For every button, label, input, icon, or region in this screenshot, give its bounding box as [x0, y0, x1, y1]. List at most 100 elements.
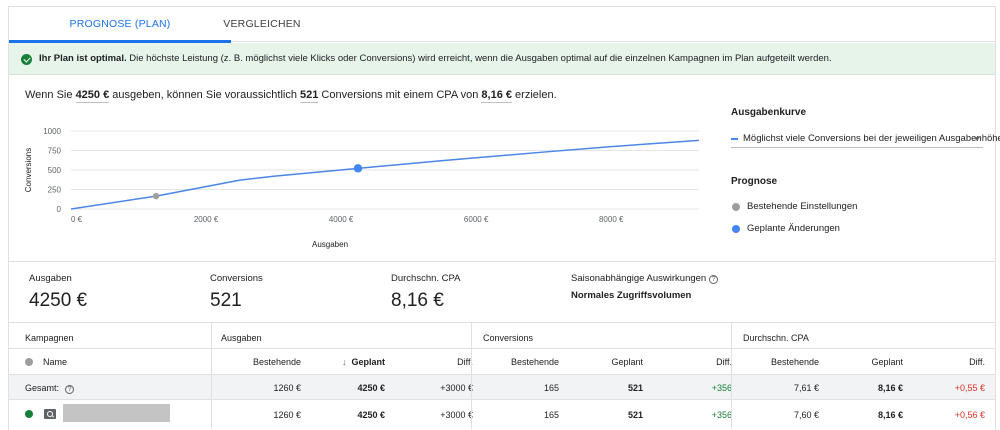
total-cpa-planned: 8,16 €	[877, 383, 903, 393]
seasonal-label: Saisonabhängige Auswirkungen?	[571, 273, 719, 284]
planned-changes-point	[353, 164, 363, 173]
group-cpa: Durchschn. CPA	[743, 333, 809, 343]
curve-dropdown[interactable]: Möglichst viele Conversions bei der jewe…	[731, 130, 1000, 148]
sort-arrow-icon: ↓	[341, 357, 347, 367]
stat-cpa: Durchschn. CPA 8,16 €	[391, 273, 461, 312]
col-label: Geplant	[351, 357, 385, 367]
curve-swatch	[731, 138, 738, 140]
group-conversions: Conversions	[483, 333, 534, 343]
x-tick-label: 2000 €	[194, 215, 219, 224]
forecast-summary: Wenn Sie 4250 € ausgeben, können Sie vor…	[25, 89, 557, 103]
curve-dropdown-label: Möglichst viele Conversions bei der jewe…	[743, 133, 1000, 144]
group-campaigns: Kampagnen	[25, 333, 74, 343]
stat-value: 521	[210, 290, 242, 311]
seasonal-label-text: Saisonabhängige Auswirkungen	[571, 273, 707, 284]
row-conv-planned: 521	[627, 410, 643, 420]
col-conv-planned[interactable]: Geplant	[611, 357, 643, 367]
y-tick-label: 0	[57, 205, 62, 214]
chart-svg: 0 250 500 750 1000 0 € 2000 € 4000 € 6000 € 8000 …	[24, 127, 700, 249]
x-tick-label: 8000 €	[599, 215, 624, 224]
total-label: Gesamt:?	[25, 383, 75, 394]
x-tick-label: 4000 €	[329, 215, 354, 224]
legend-item-planned: Geplante Änderungen	[731, 222, 983, 236]
summary-text: Wenn Sie	[25, 89, 76, 101]
stat-label: Ausgaben	[29, 273, 72, 284]
col-cpa-diff[interactable]: Diff.	[969, 357, 985, 367]
col-cpa-planned[interactable]: Geplant	[871, 357, 903, 367]
total-spend-existing: 1260 €	[273, 383, 301, 393]
stat-label: Durchschn. CPA	[391, 273, 461, 284]
row-cpa-diff: +0,56 €	[954, 410, 985, 420]
col-conv-diff[interactable]: Diff.	[716, 357, 732, 367]
stat-seasonal: Saisonabhängige Auswirkungen? Normales Z…	[571, 273, 719, 301]
stat-value: 4250 €	[29, 290, 88, 311]
spend-curve-chart: 0 250 500 750 1000 0 € 2000 € 4000 € 6000 € 8000 …	[9, 123, 719, 256]
row-spend-existing: 1260 €	[273, 410, 301, 420]
stat-value: 8,16 €	[391, 290, 444, 311]
summary-text: Conversions mit einem CPA von	[318, 89, 482, 101]
summary-spend-input[interactable]: 4250 €	[75, 89, 110, 103]
curve-header: Ausgabenkurve	[731, 107, 807, 118]
col-spend-planned[interactable]: ↓ Geplant	[342, 357, 385, 367]
blue-dot-icon	[732, 225, 740, 233]
campaign-name-redacted[interactable]	[63, 404, 170, 422]
total-conv-existing: 165	[543, 383, 559, 393]
row-cpa-planned: 8,16 €	[877, 410, 903, 420]
row-spend-diff: +3000 €	[440, 410, 473, 420]
table-group-header: Kampagnen Ausgaben Conversions Durchschn…	[9, 322, 995, 348]
status-dot-icon	[25, 358, 33, 366]
summary-cpa-input[interactable]: 8,16 €	[481, 89, 512, 103]
legend-label: Geplante Änderungen	[747, 223, 840, 234]
col-spend-existing[interactable]: Bestehende	[253, 357, 301, 367]
column-divider	[731, 322, 732, 429]
existing-settings-point	[152, 192, 160, 200]
table-row[interactable]: 1260 € 4250 € +3000 € 165 521 +356 7,60 …	[9, 399, 995, 429]
help-icon[interactable]: ?	[65, 385, 75, 394]
row-cpa-existing: 7,60 €	[793, 410, 819, 420]
y-tick-label: 750	[48, 147, 62, 156]
stat-label: Conversions	[210, 273, 263, 284]
total-cpa-diff: +0,55 €	[954, 383, 985, 393]
y-tick-label: 250	[48, 186, 62, 195]
y-tick-label: 500	[48, 166, 62, 175]
y-tick-label: 1000	[43, 127, 61, 136]
stat-spend: Ausgaben 4250 €	[29, 273, 87, 312]
stat-conversions: Conversions 521	[210, 273, 263, 312]
column-divider	[471, 322, 472, 429]
summary-text: ausgeben, können Sie voraussichtlich	[109, 89, 301, 101]
chart-legend-panel: Ausgabenkurve Möglichst viele Conversion…	[731, 107, 1000, 236]
forecast-header: Prognose	[731, 176, 778, 187]
total-spend-planned: 4250 €	[357, 383, 385, 393]
table-column-header: Name Bestehende ↓ Geplant Diff. Bestehend…	[9, 348, 995, 374]
tab-vergleichen[interactable]: VERGLEICHEN	[151, 7, 373, 42]
col-cpa-existing[interactable]: Bestehende	[771, 357, 819, 367]
banner-text: Die höchste Leistung (z. B. möglichst vi…	[126, 53, 832, 64]
group-spend: Ausgaben	[221, 333, 262, 343]
total-label-text: Gesamt:	[25, 383, 60, 393]
column-divider	[211, 322, 212, 429]
total-conv-diff: +356	[711, 383, 732, 393]
forecast-panel: PROGNOSE (PLAN) VERGLEICHEN Ihr Plan ist…	[8, 6, 1000, 430]
status-enabled-dot-icon	[25, 410, 33, 418]
tab-bar: PROGNOSE (PLAN) VERGLEICHEN	[9, 7, 995, 43]
col-conv-existing[interactable]: Bestehende	[511, 357, 559, 367]
help-icon[interactable]: ?	[709, 275, 719, 284]
legend-label: Bestehende Einstellungen	[747, 201, 858, 212]
row-conv-existing: 165	[543, 410, 559, 420]
chevron-down-icon	[974, 137, 980, 141]
summary-text: erzielen.	[512, 89, 557, 101]
total-cpa-existing: 7,61 €	[793, 383, 819, 393]
search-campaign-icon	[44, 409, 56, 419]
divider	[9, 261, 995, 262]
col-name[interactable]: Name	[43, 357, 67, 367]
total-spend-diff: +3000 €	[440, 383, 473, 393]
total-conv-planned: 521	[627, 383, 643, 393]
gray-dot-icon	[732, 203, 740, 211]
x-axis-label: Ausgaben	[312, 240, 348, 249]
check-circle-icon	[21, 54, 32, 65]
legend-item-existing: Bestehende Einstellungen	[731, 200, 983, 214]
row-spend-planned[interactable]: 4250 €	[357, 410, 385, 420]
table-total-row: Gesamt:? 1260 € 4250 € +3000 € 165 521 +…	[9, 374, 995, 399]
summary-conversions-input[interactable]: 521	[300, 89, 319, 103]
banner-title: Ihr Plan ist optimal.	[39, 53, 127, 64]
